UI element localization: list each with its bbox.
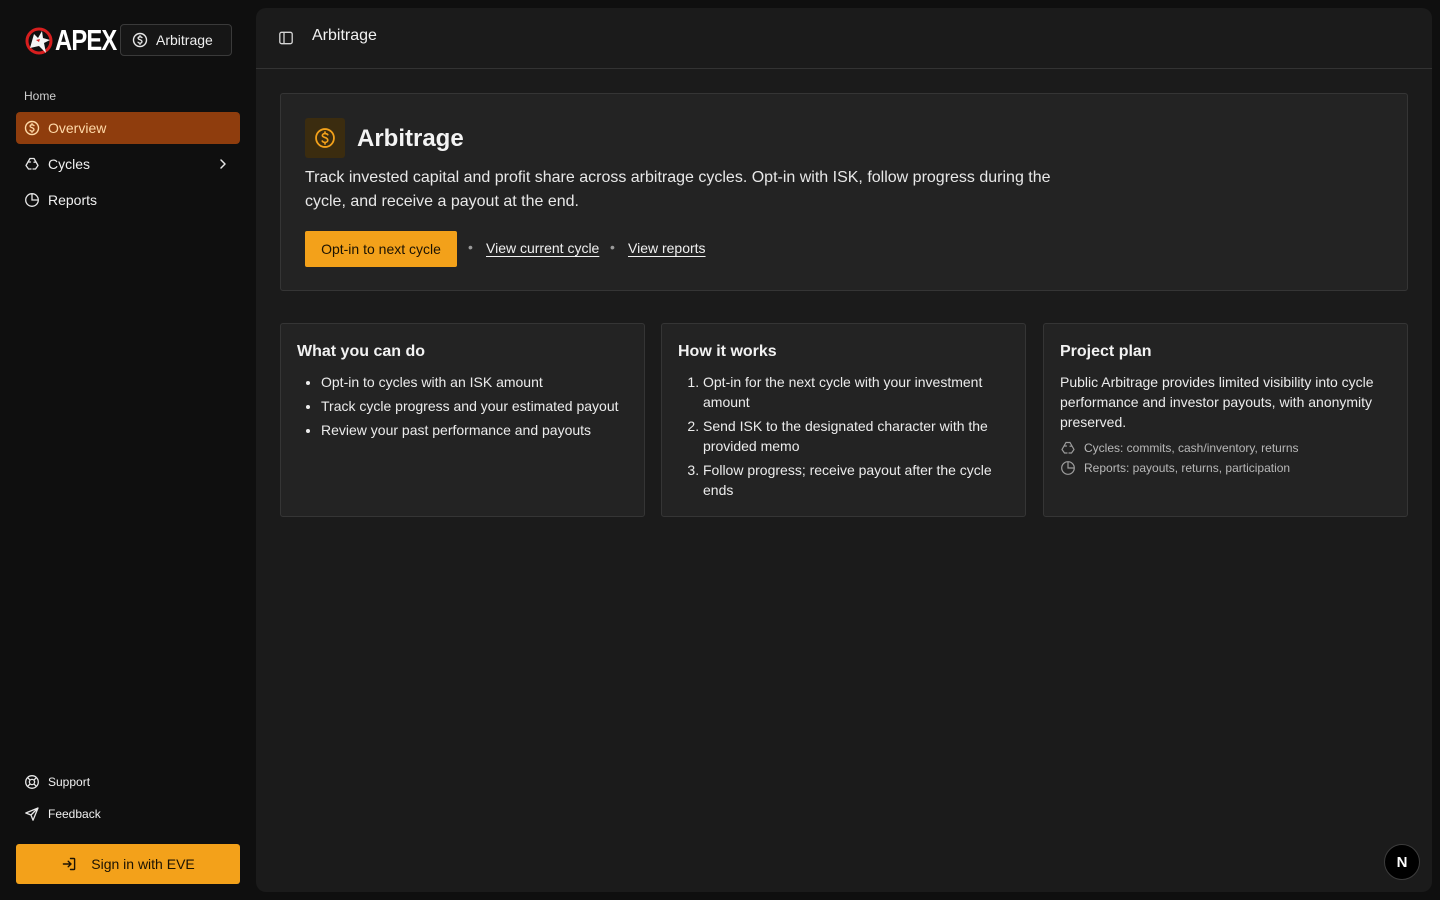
- recycle-icon: [1061, 441, 1075, 454]
- feedback-link[interactable]: Feedback: [16, 800, 240, 828]
- hero-icon-box: [305, 118, 345, 158]
- project-plan-text: Public Arbitrage provides limited visibi…: [1060, 374, 1374, 430]
- list-item: Follow progress; receive payout after th…: [703, 460, 1008, 500]
- card-title: Project plan: [1060, 343, 1152, 360]
- project-plan-card: Project plan Public Arbitrage provides l…: [1043, 323, 1408, 517]
- list-item: Track cycle progress and your estimated …: [321, 396, 627, 416]
- steps-list: Opt-in for the next cycle with your inve…: [678, 372, 1008, 504]
- life-buoy-icon: [25, 775, 39, 789]
- separator-dot: •: [610, 239, 615, 255]
- sign-in-button[interactable]: Sign in with EVE: [16, 844, 240, 884]
- recycle-icon: [25, 157, 39, 170]
- wolf-logo-icon: [25, 27, 53, 55]
- dollar-circle-icon: [315, 128, 335, 148]
- nextjs-dev-badge[interactable]: N: [1384, 844, 1420, 880]
- feedback-label: Feedback: [48, 807, 101, 821]
- meta-text: Reports: payouts, returns, participation: [1084, 461, 1291, 475]
- hero-card: Arbitrage Track invested capital and pro…: [280, 93, 1408, 291]
- chevron-right-icon: [220, 159, 226, 169]
- sidebar-item-cycles[interactable]: Cycles: [16, 148, 240, 180]
- list-item: Review your past performance and payouts: [321, 420, 627, 440]
- what-you-can-do-card: What you can do Opt-in to cycles with an…: [280, 323, 645, 517]
- list-item: Send ISK to the designated character wit…: [703, 416, 1008, 456]
- dollar-circle-icon: [132, 32, 148, 48]
- send-icon: [25, 807, 39, 821]
- how-it-works-card: How it works Opt-in for the next cycle w…: [661, 323, 1026, 517]
- sidebar: APEX Arbitrage Home Overview Cycles Repo…: [0, 0, 256, 900]
- hero-description: Track invested capital and profit share …: [305, 169, 1051, 210]
- feature-list: Opt-in to cycles with an ISK amount Trac…: [297, 372, 627, 444]
- cycles-meta-row: Cycles: commits, cash/inventory, returns: [1060, 440, 1299, 456]
- separator-dot: •: [468, 239, 473, 255]
- sidebar-toggle-icon[interactable]: [278, 30, 294, 46]
- pie-chart-icon: [25, 193, 39, 207]
- card-title: How it works: [678, 343, 777, 360]
- sign-in-label: Sign in with EVE: [91, 856, 195, 872]
- app-switcher-label: Arbitrage: [156, 32, 213, 48]
- hero-title: Arbitrage: [357, 125, 464, 152]
- list-item: Opt-in for the next cycle with your inve…: [703, 372, 1008, 412]
- pie-chart-icon: [1061, 461, 1075, 475]
- support-label: Support: [48, 775, 91, 789]
- app-switcher-button[interactable]: Arbitrage: [120, 24, 232, 56]
- nav-section-label: Home: [24, 89, 57, 103]
- card-title: What you can do: [297, 343, 425, 360]
- view-current-cycle-link[interactable]: View current cycle: [486, 240, 599, 256]
- apex-logo[interactable]: APEX: [24, 26, 130, 56]
- view-reports-link[interactable]: View reports: [628, 240, 706, 256]
- sidebar-item-label: Cycles: [48, 156, 91, 172]
- support-link[interactable]: Support: [16, 768, 240, 796]
- sidebar-item-overview[interactable]: Overview: [16, 112, 240, 144]
- logo-text: APEX: [55, 24, 117, 57]
- page-title: Arbitrage: [312, 27, 377, 44]
- sidebar-item-label: Overview: [48, 120, 107, 136]
- reports-meta-row: Reports: payouts, returns, participation: [1060, 460, 1290, 476]
- dollar-circle-icon: [24, 120, 40, 136]
- opt-in-button[interactable]: Opt-in to next cycle: [305, 231, 457, 267]
- sidebar-item-label: Reports: [48, 192, 98, 208]
- log-in-icon: [62, 857, 76, 871]
- meta-text: Cycles: commits, cash/inventory, returns: [1084, 441, 1299, 455]
- top-bar: Arbitrage: [256, 8, 1432, 69]
- main-panel: Arbitrage Arbitrage Track invested capit…: [256, 8, 1432, 892]
- list-item: Opt-in to cycles with an ISK amount: [321, 372, 627, 392]
- sidebar-item-reports[interactable]: Reports: [16, 184, 240, 216]
